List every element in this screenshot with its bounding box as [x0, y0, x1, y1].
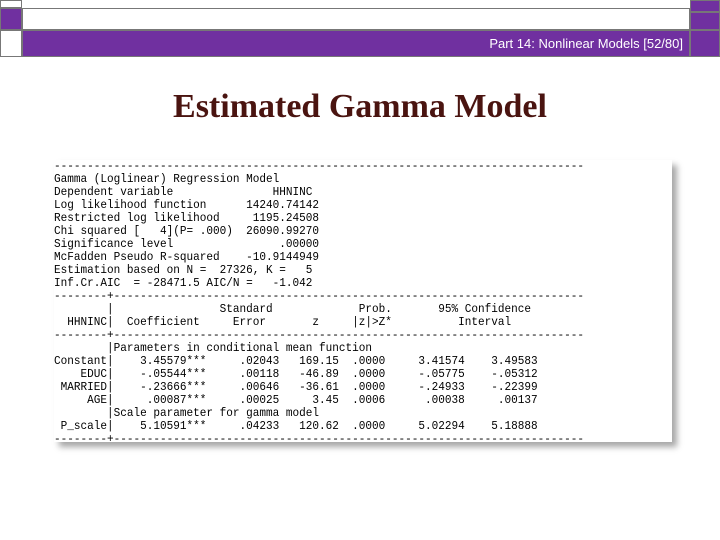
output-line: Significance level .00000: [54, 237, 320, 251]
slide-title: Estimated Gamma Model: [173, 88, 547, 125]
output-line: Gamma (Loglinear) Regression Model: [54, 172, 280, 186]
header-decor-square: [0, 8, 22, 30]
slide-label: Part 14: Nonlinear Models [52/80]: [489, 36, 683, 51]
header-decor-square: [690, 0, 720, 12]
header-decor-band: [22, 8, 690, 30]
output-line: Inf.Cr.AIC = -28471.5 AIC/N = -1.042: [54, 276, 313, 290]
slide-header-bar: Part 14: Nonlinear Models [52/80]: [0, 0, 720, 57]
output-line: --------+-------------------------------…: [54, 432, 585, 446]
header-decor-square: [690, 12, 720, 30]
header-decor-square: [0, 0, 22, 8]
output-line: Estimation based on N = 27326, K = 5: [54, 263, 313, 277]
output-line: EDUC| -.05544*** .00118 -46.89 .0000 -.0…: [54, 367, 538, 381]
output-line: |Scale parameter for gamma model: [54, 406, 320, 420]
header-band: Part 14: Nonlinear Models [52/80]: [22, 30, 690, 57]
output-line: ----------------------------------------…: [54, 159, 585, 173]
regression-output-text: ----------------------------------------…: [54, 160, 584, 446]
output-line: P_scale| 5.10591*** .04233 120.62 .0000 …: [54, 419, 538, 433]
header-decor-square: [690, 30, 720, 57]
output-line: MARRIED| -.23666*** .00646 -36.61 .0000 …: [54, 380, 538, 394]
output-line: | Standard Prob. 95% Confidence: [54, 302, 532, 316]
output-line: HHNINC| Coefficient Error z |z|>Z* Inter…: [54, 315, 512, 329]
output-line: McFadden Pseudo R-squared -10.9144949: [54, 250, 320, 264]
output-line: Log likelihood function 14240.74142: [54, 198, 320, 212]
output-line: AGE| .00087*** .00025 3.45 .0006 .00038 …: [54, 393, 538, 407]
header-decor-square: [0, 30, 22, 57]
output-line: Restricted log likelihood 1195.24508: [54, 211, 320, 225]
output-line: Constant| 3.45579*** .02043 169.15 .0000…: [54, 354, 538, 368]
output-line: --------+-------------------------------…: [54, 289, 585, 303]
output-line: Chi squared [ 4](P= .000) 26090.99270: [54, 224, 320, 238]
regression-output-panel: ----------------------------------------…: [54, 160, 672, 446]
output-line: --------+-------------------------------…: [54, 328, 585, 342]
output-line: |Parameters in conditional mean function: [54, 341, 373, 355]
output-line: Dependent variable HHNINC: [54, 185, 313, 199]
